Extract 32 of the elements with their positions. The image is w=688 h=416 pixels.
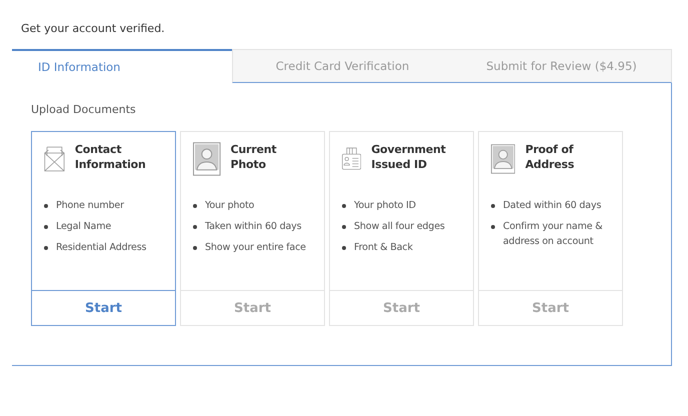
tab[interactable]: Submit for Review ($4.95): [452, 49, 672, 83]
requirement-text: Taken within 60 days: [205, 220, 302, 234]
section-title: Upload Documents: [31, 103, 137, 116]
bullet-icon: [193, 246, 197, 250]
requirement-text: Residential Address: [56, 241, 146, 255]
bullet-icon: [342, 246, 346, 250]
card-title: Contact Information: [74, 142, 147, 173]
card-title: Current Photo: [230, 142, 278, 173]
requirement-text: Legal Name: [56, 220, 112, 234]
bullet-icon: [193, 204, 197, 208]
requirement-text: Show all four edges: [354, 220, 445, 234]
portrait-icon: [491, 142, 516, 176]
bullet-icon: [342, 204, 346, 208]
requirement-text: Your photo ID: [354, 199, 416, 213]
card-title: Proof of Address: [525, 142, 576, 173]
portrait-icon: [193, 142, 221, 176]
bullet-icon: [491, 204, 495, 208]
requirement-text: Dated within 60 days: [503, 199, 602, 213]
card-title: Government Issued ID: [371, 142, 447, 173]
requirement-text: Confirm your name & address on account: [503, 220, 604, 249]
bullet-icon: [342, 225, 346, 229]
page-heading: Get your account verified.: [21, 22, 166, 35]
bullet-icon: [44, 246, 48, 250]
tab[interactable]: Credit Card Verification: [232, 49, 452, 83]
requirement-text: Front & Back: [354, 241, 413, 255]
requirement-text: Your photo: [205, 199, 254, 213]
requirement-text: Phone number: [56, 199, 124, 213]
bullet-icon: [44, 225, 48, 229]
bullet-icon: [193, 225, 197, 229]
requirement-text: Show your entire face: [205, 241, 306, 255]
bullet-icon: [44, 204, 48, 208]
bullet-icon: [491, 225, 495, 229]
